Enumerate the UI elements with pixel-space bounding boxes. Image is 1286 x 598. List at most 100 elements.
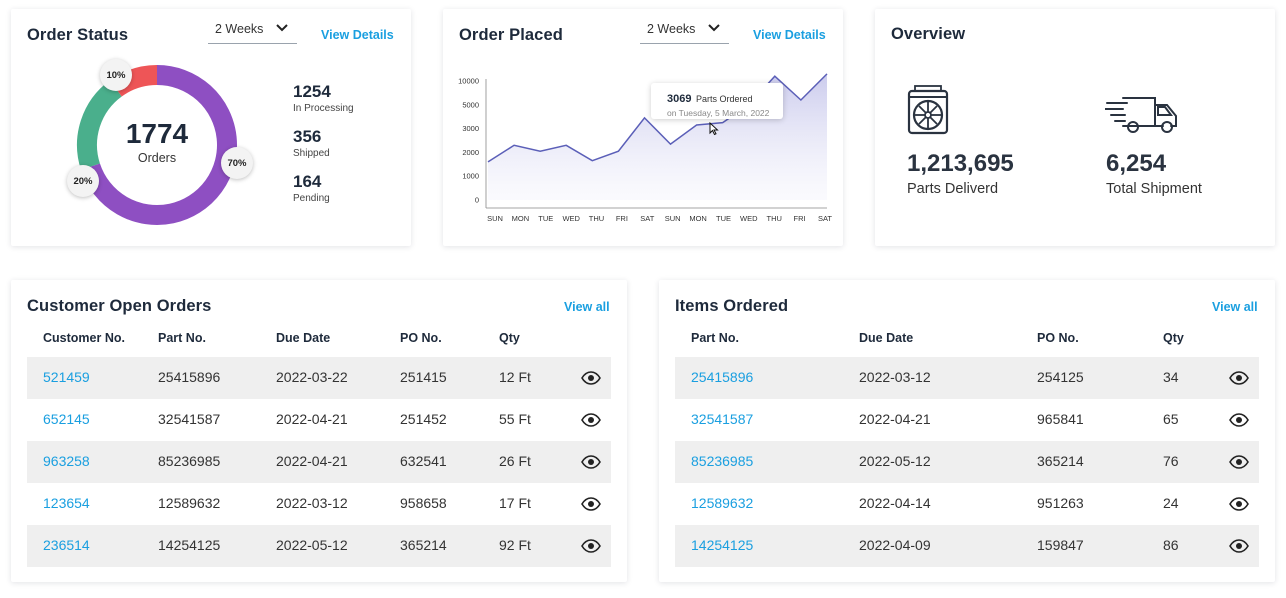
order-status-view-details-link[interactable]: View Details [321,28,394,42]
y-tick-label: 1000 [462,172,479,181]
view-eye-icon[interactable] [1229,413,1249,427]
parts-delivered-value: 1,213,695 [907,150,1014,177]
chevron-down-icon [708,24,720,32]
segment-percent-badge: 20% [67,165,99,197]
x-tick-label: SAT [818,214,832,223]
due-date-cell: 2022-05-12 [276,537,348,553]
qty-cell: 92 Ft [499,537,531,553]
qty-cell: 17 Ft [499,495,531,511]
table-row: 14254125 2022-04-09 159847 86 [675,525,1259,567]
qty-cell: 55 Ft [499,411,531,427]
x-tick-label: TUE [538,214,553,223]
in-processing-label: In Processing [293,103,354,114]
qty-cell: 65 [1163,411,1179,427]
tooltip-value: 3069 [667,93,692,105]
parts-delivered-label: Parts Deliverd [907,181,999,197]
po-number-cell: 958658 [400,495,447,511]
customer-orders-title: Customer Open Orders [27,297,212,315]
table-row: 85236985 2022-05-12 365214 76 [675,441,1259,483]
period-select-value: 2 Weeks [647,22,696,36]
items-ordered-view-all-link[interactable]: View all [1212,300,1258,314]
pending-label: Pending [293,193,330,204]
x-tick-label: WED [562,214,580,223]
customer-number-link[interactable]: 963258 [43,453,90,469]
total-shipment-label: Total Shipment [1106,181,1202,197]
due-date-cell: 2022-05-12 [859,453,931,469]
column-header: Qty [1163,331,1184,345]
po-number-cell: 365214 [1037,453,1084,469]
customer-number-link[interactable]: 123654 [43,495,90,511]
qty-cell: 34 [1163,369,1179,385]
table-row: 236514 14254125 2022-05-12 365214 92 Ft [27,525,611,567]
x-tick-label: THU [589,214,604,223]
customer-number-link[interactable]: 521459 [43,369,90,385]
due-date-cell: 2022-04-21 [276,453,348,469]
view-eye-icon[interactable] [581,455,601,469]
column-header: Due Date [859,331,914,345]
customer-number-link[interactable]: 236514 [43,537,90,553]
customer-number-link[interactable]: 652145 [43,411,90,427]
qty-cell: 76 [1163,453,1179,469]
view-eye-icon[interactable] [581,413,601,427]
order-status-period-select[interactable]: 2 Weeks [208,20,297,44]
po-number-cell: 251415 [400,369,447,385]
column-header: PO No. [400,331,442,345]
order-status-title: Order Status [27,26,129,44]
customer-open-orders-card: Customer Open Orders View all Customer N… [11,280,627,582]
part-number-cell: 32541587 [158,411,221,427]
donut-total-label: Orders [137,151,177,165]
view-eye-icon[interactable] [581,539,601,553]
y-tick-label: 0 [475,196,479,205]
qty-cell: 12 Ft [499,369,531,385]
part-number-link[interactable]: 25415896 [691,369,753,385]
po-number-cell: 632541 [400,453,447,469]
po-number-cell: 365214 [400,537,447,553]
due-date-cell: 2022-04-09 [859,537,931,553]
view-eye-icon[interactable] [1229,539,1249,553]
due-date-cell: 2022-04-14 [859,495,931,511]
order-placed-view-details-link[interactable]: View Details [753,28,826,42]
x-tick-label: SUN [487,214,503,223]
part-number-link[interactable]: 85236985 [691,453,753,469]
due-date-cell: 2022-03-12 [859,369,931,385]
x-tick-label: TUE [716,214,731,223]
customer-orders-view-all-link[interactable]: View all [564,300,610,314]
y-tick-label: 10000 [458,77,479,86]
part-number-link[interactable]: 12589632 [691,495,753,511]
pending-count: 164 [293,172,322,191]
view-eye-icon[interactable] [1229,497,1249,511]
order-placed-card: Order Placed 2 Weeks View Details 0 1000 2… [443,9,843,246]
view-eye-icon[interactable] [1229,371,1249,385]
tooltip-label: Parts Ordered [695,94,753,104]
part-number-link[interactable]: 14254125 [691,537,753,553]
view-eye-icon[interactable] [581,371,601,385]
shipped-count: 356 [293,127,322,146]
x-tick-label: FRI [616,214,628,223]
order-placed-period-select[interactable]: 2 Weeks [640,20,729,44]
column-header: Customer No. [43,331,125,345]
view-eye-icon[interactable] [1229,455,1249,469]
po-number-cell: 951263 [1037,495,1084,511]
chart-tooltip: 3069 Parts Ordered on Tuesday, 5 March, … [651,83,783,119]
in-processing-count: 1254 [293,82,331,101]
shipped-label: Shipped [293,148,330,159]
x-tick-label: SUN [665,214,681,223]
po-number-cell: 254125 [1037,369,1084,385]
items-ordered-card: Items Ordered View all Part No. Due Date… [659,280,1275,582]
x-tick-label: MON [512,214,530,223]
order-placed-title: Order Placed [459,26,563,44]
table-row: 123654 12589632 2022-03-12 958658 17 Ft [27,483,611,525]
part-number-cell: 12589632 [158,495,221,511]
po-number-cell: 251452 [400,411,447,427]
table-row: 521459 25415896 2022-03-22 251415 12 Ft [27,357,611,399]
x-tick-label: THU [766,214,781,223]
table-row: 32541587 2022-04-21 965841 65 [675,399,1259,441]
column-header: Due Date [276,331,331,345]
table-row: 12589632 2022-04-14 951263 24 [675,483,1259,525]
due-date-cell: 2022-03-22 [276,369,348,385]
qty-cell: 86 [1163,537,1179,553]
part-number-cell: 14254125 [158,537,221,553]
column-header: Part No. [691,331,739,345]
part-number-link[interactable]: 32541587 [691,411,753,427]
view-eye-icon[interactable] [581,497,601,511]
